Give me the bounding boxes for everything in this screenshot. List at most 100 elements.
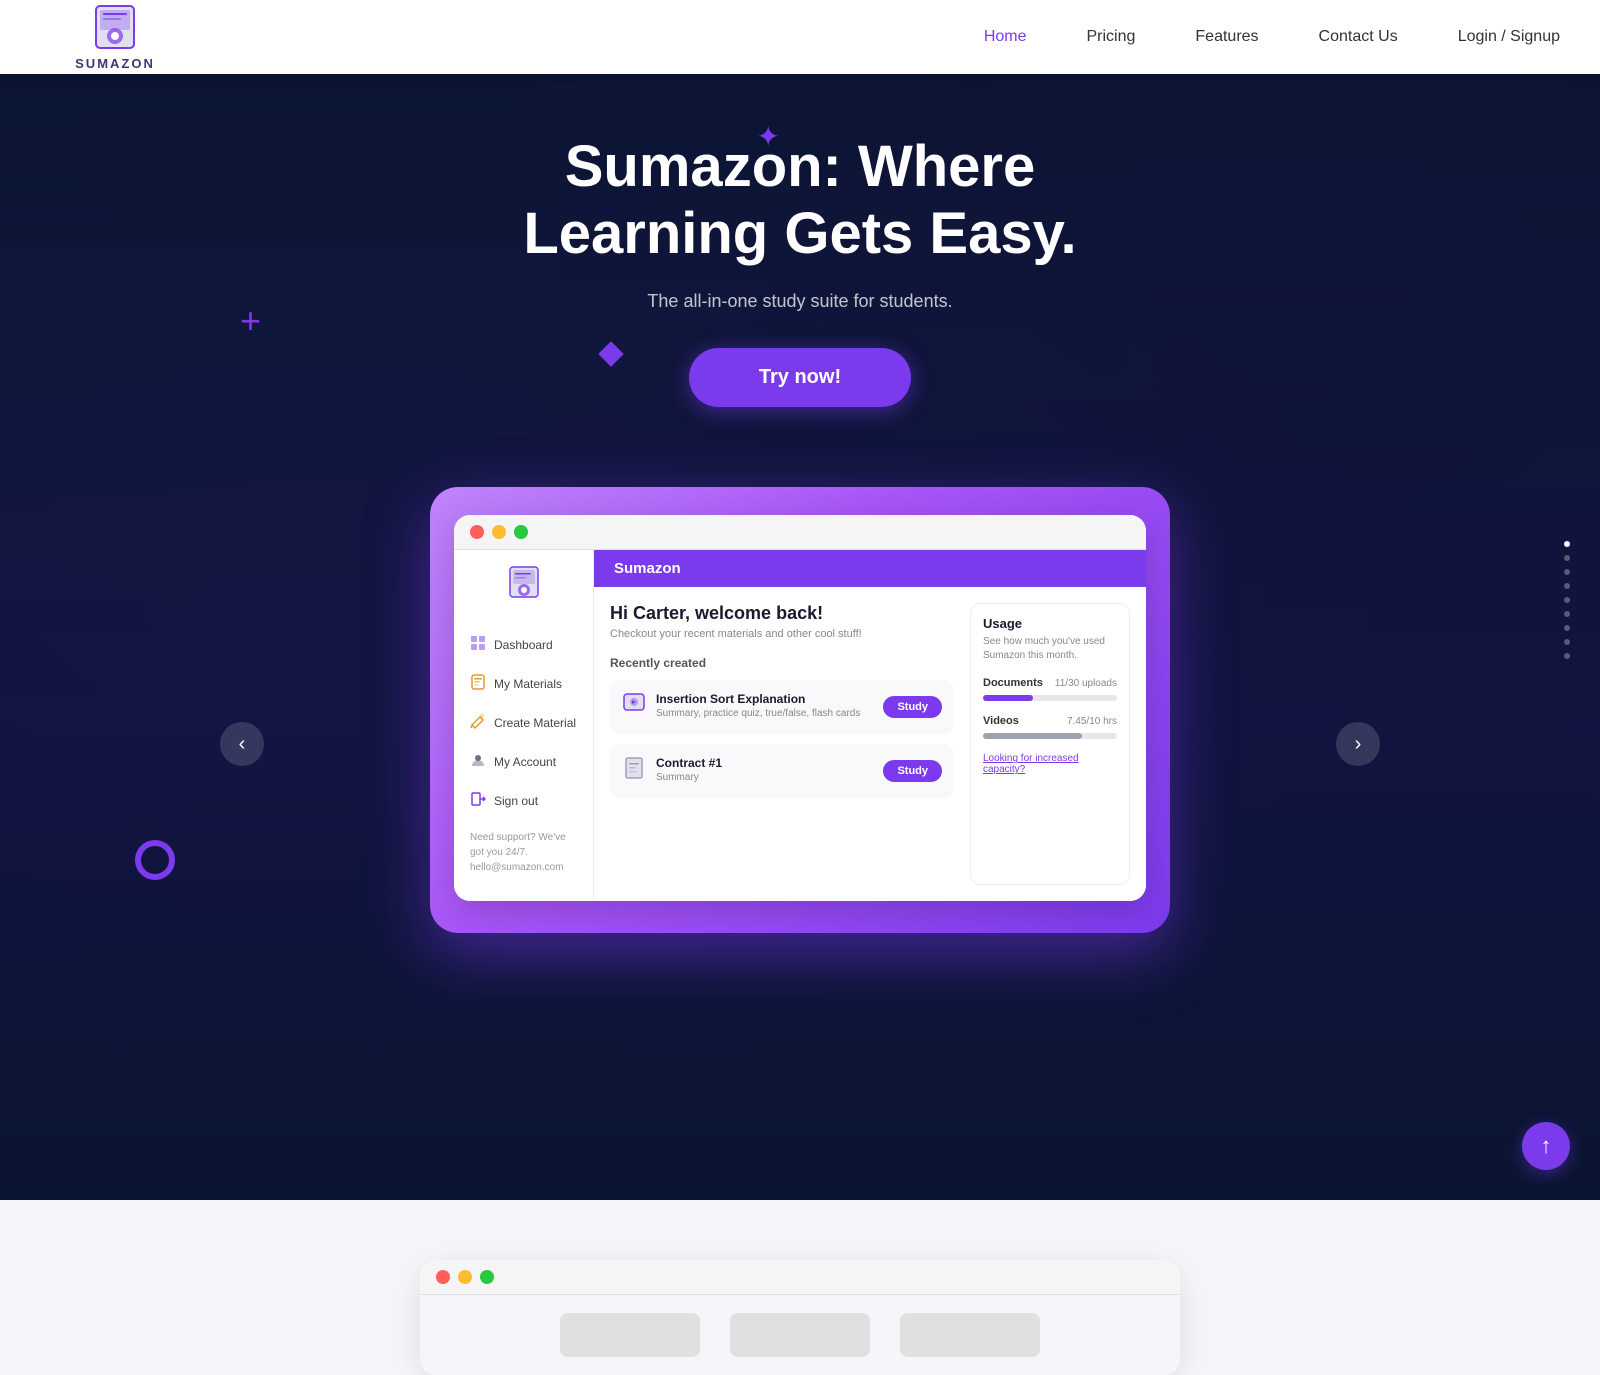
material-card-1-study-btn[interactable]: Study <box>883 696 942 718</box>
material-card-1-body: Insertion Sort Explanation Summary, prac… <box>656 692 873 719</box>
window-maximize-dot <box>514 525 528 539</box>
material-card-2-body: Contract #1 Summary <box>656 756 873 783</box>
app-content: Hi Carter, welcome back! Checkout your r… <box>594 587 1146 901</box>
logo[interactable]: SUMAZON <box>40 4 190 71</box>
window-titlebar <box>454 515 1146 550</box>
usage-videos-bar-fill <box>983 733 1082 739</box>
sidebar-account-label: My Account <box>494 755 556 769</box>
material-card-2-title: Contract #1 <box>656 756 873 770</box>
deco-plus-icon: + <box>240 300 261 342</box>
sidebar-materials-label: My Materials <box>494 677 562 691</box>
scroll-dot-8 <box>1564 639 1570 645</box>
scroll-dots <box>1564 541 1570 659</box>
usage-upgrade-link[interactable]: Looking for increased capacity? <box>983 753 1117 775</box>
material-card-2: Contract #1 Summary Study <box>610 744 954 798</box>
materials-icon <box>470 674 486 693</box>
app-logo-icon <box>506 566 542 609</box>
usage-documents-bar-bg <box>983 695 1117 701</box>
s2-placeholder-btn-1 <box>560 1313 700 1357</box>
nav-pricing[interactable]: Pricing <box>1087 28 1136 46</box>
app-greeting: Hi Carter, welcome back! <box>610 603 954 624</box>
usage-videos-label: Videos <box>983 715 1019 727</box>
nav-login[interactable]: Login / Signup <box>1458 28 1560 46</box>
section2-titlebar <box>420 1260 1180 1295</box>
support-email: hello@sumazon.com <box>470 862 564 873</box>
try-now-button[interactable]: Try now! <box>689 348 911 407</box>
s2-window-maximize-dot <box>480 1270 494 1284</box>
material-card-1-title: Insertion Sort Explanation <box>656 692 873 706</box>
material-card-2-study-btn[interactable]: Study <box>883 760 942 782</box>
s2-window-close-dot <box>436 1270 450 1284</box>
scroll-dot-4 <box>1564 583 1570 589</box>
app-window-background: Dashboard My Materials Cre <box>430 487 1170 933</box>
scroll-dot-5 <box>1564 597 1570 603</box>
section2-window-wrapper <box>420 1260 1180 1375</box>
app-sidebar: Dashboard My Materials Cre <box>454 550 594 901</box>
carousel-next-button[interactable]: › <box>1336 722 1380 766</box>
hero-subtitle: The all-in-one study suite for students. <box>647 291 952 312</box>
logo-icon <box>90 4 140 54</box>
app-left-panel: Hi Carter, welcome back! Checkout your r… <box>610 603 954 885</box>
material-card-1-desc: Summary, practice quiz, true/false, flas… <box>656 708 873 719</box>
usage-desc: See how much you've used Sumazon this mo… <box>983 635 1117 663</box>
material-card-1: Insertion Sort Explanation Summary, prac… <box>610 680 954 734</box>
app-greeting-sub: Checkout your recent materials and other… <box>610 628 954 640</box>
usage-item-videos: Videos 7.45/10 hrs <box>983 715 1117 739</box>
signout-icon <box>470 791 486 810</box>
sidebar-create-label: Create Material <box>494 716 576 730</box>
nav-features[interactable]: Features <box>1195 28 1258 46</box>
usage-documents-label: Documents <box>983 677 1043 689</box>
usage-panel: Usage See how much you've used Sumazon t… <box>970 603 1130 885</box>
usage-videos-bar-bg <box>983 733 1117 739</box>
material-icon-2 <box>622 756 646 786</box>
scroll-dot-6 <box>1564 611 1570 617</box>
usage-documents-bar-fill <box>983 695 1033 701</box>
support-text: Need support? We've got you 24/7. <box>470 832 566 858</box>
window-close-dot <box>470 525 484 539</box>
deco-circle-icon <box>135 840 175 880</box>
sidebar-support: Need support? We've got you 24/7. hello@… <box>454 820 593 885</box>
sidebar-item-signout[interactable]: Sign out <box>454 781 593 820</box>
scroll-dot-7 <box>1564 625 1570 631</box>
navbar: SUMAZON Home Pricing Features Contact Us… <box>0 0 1600 74</box>
s2-placeholder-btn-3 <box>900 1313 1040 1357</box>
s2-placeholder-btn-2 <box>730 1313 870 1357</box>
app-header-bar: Sumazon <box>594 550 1146 587</box>
nav-contact[interactable]: Contact Us <box>1319 28 1398 46</box>
section2 <box>0 1200 1600 1375</box>
dashboard-icon <box>470 635 486 654</box>
hero-content: Sumazon: Where Learning Gets Easy. The a… <box>430 74 1170 447</box>
usage-videos-count: 7.45/10 hrs <box>1067 716 1117 727</box>
hero-title: Sumazon: Where Learning Gets Easy. <box>450 134 1150 267</box>
usage-documents-count: 11/30 uploads <box>1055 678 1117 689</box>
hero-section: + ✦ Sumazon: Where Learning Gets Easy. T… <box>0 0 1600 1200</box>
nav-home[interactable]: Home <box>984 28 1027 46</box>
scroll-dot-2 <box>1564 555 1570 561</box>
scroll-up-button[interactable]: ↑ <box>1522 1122 1570 1170</box>
scroll-dot-9 <box>1564 653 1570 659</box>
material-card-2-desc: Summary <box>656 772 873 783</box>
logo-text: SUMAZON <box>75 56 155 71</box>
nav-links: Home Pricing Features Contact Us Login /… <box>984 28 1560 46</box>
usage-title: Usage <box>983 616 1117 631</box>
recently-created-label: Recently created <box>610 656 954 670</box>
sidebar-item-account[interactable]: My Account <box>454 742 593 781</box>
create-icon <box>470 713 486 732</box>
usage-item-documents: Documents 11/30 uploads <box>983 677 1117 701</box>
scroll-dot-1 <box>1564 541 1570 547</box>
app-sidebar-logo <box>454 566 593 609</box>
app-window: Dashboard My Materials Cre <box>454 515 1146 901</box>
app-window-wrapper: Dashboard My Materials Cre <box>430 487 1170 933</box>
account-icon <box>470 752 486 771</box>
sidebar-signout-label: Sign out <box>494 794 538 808</box>
sidebar-item-create[interactable]: Create Material <box>454 703 593 742</box>
material-icon-1 <box>622 692 646 722</box>
app-main: Sumazon Hi Carter, welcome back! Checkou… <box>594 550 1146 901</box>
carousel-prev-button[interactable]: ‹ <box>220 722 264 766</box>
scroll-dot-3 <box>1564 569 1570 575</box>
section2-window <box>420 1260 1180 1375</box>
sidebar-item-materials[interactable]: My Materials <box>454 664 593 703</box>
sidebar-dashboard-label: Dashboard <box>494 638 553 652</box>
window-minimize-dot <box>492 525 506 539</box>
sidebar-item-dashboard[interactable]: Dashboard <box>454 625 593 664</box>
